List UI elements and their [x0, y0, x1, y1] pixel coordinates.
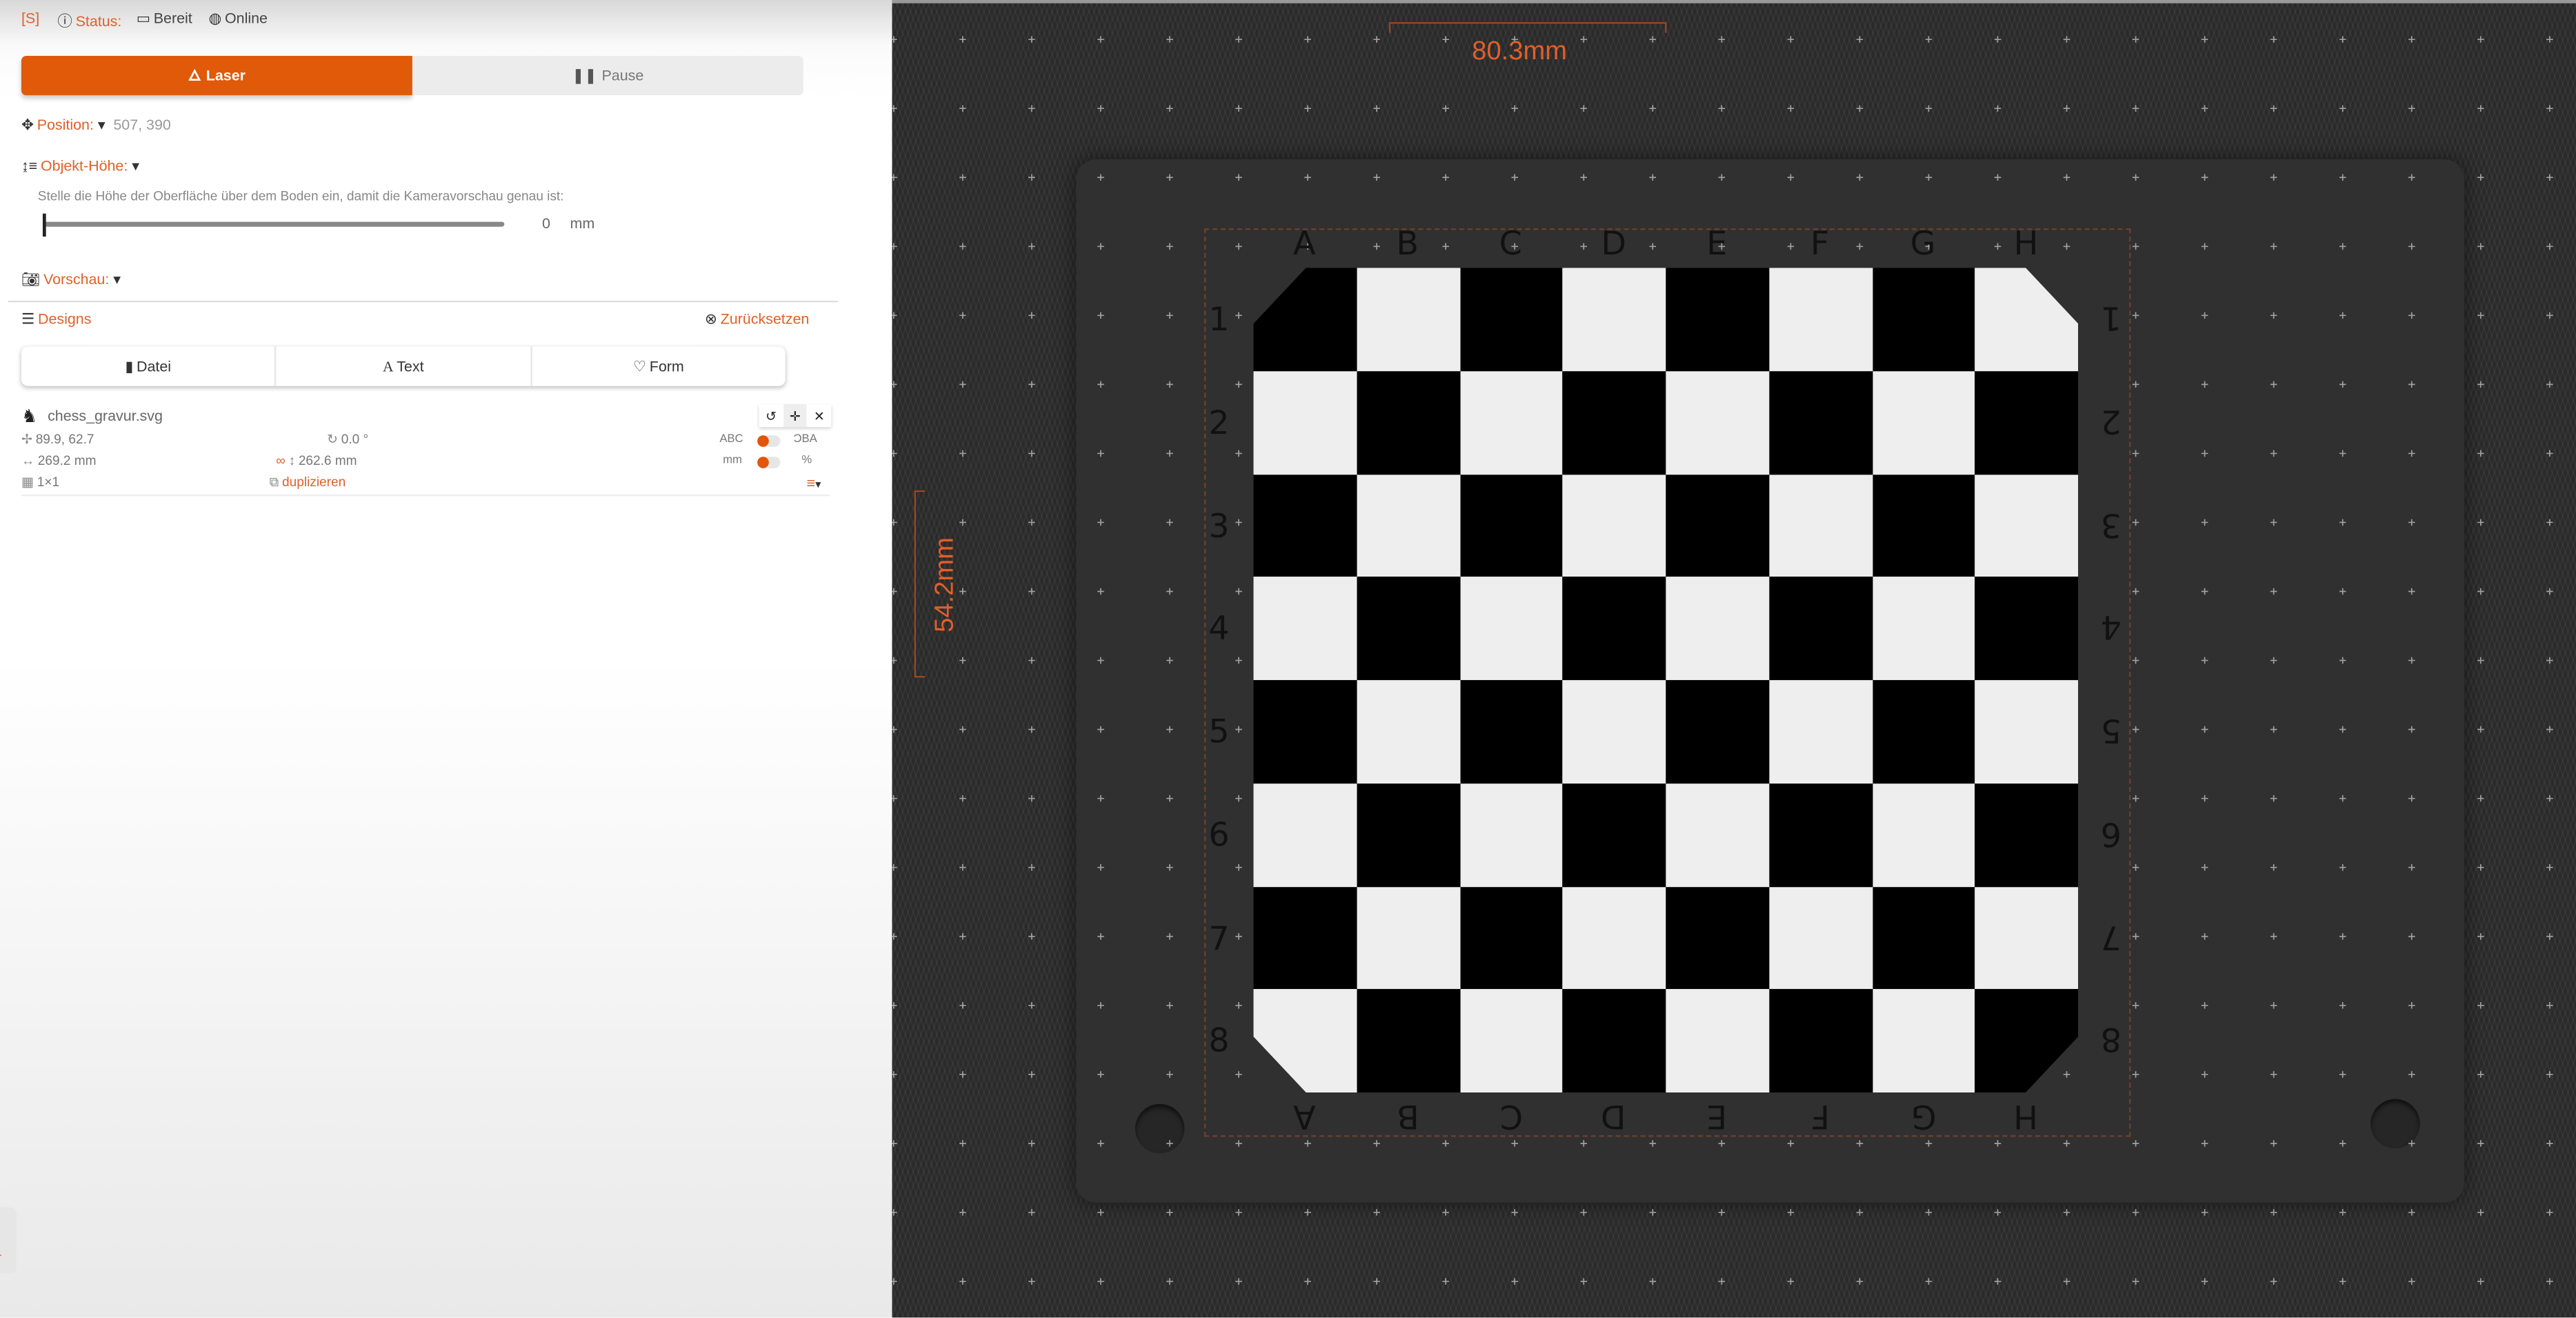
measure-v-bracket — [914, 490, 926, 678]
move-icon[interactable]: ✛ — [783, 403, 808, 428]
close-icon[interactable]: ✕ — [807, 404, 831, 427]
tab-text-label: Text — [397, 358, 424, 375]
object-height-label: Objekt-Höhe: — [40, 157, 128, 174]
arrows-v-icon: ↕ — [288, 453, 296, 468]
info-icon: ⓘ — [57, 13, 72, 30]
design-width[interactable]: 269.2 mm — [38, 453, 97, 468]
grid-icon: ▦ — [21, 475, 34, 490]
tab-file-label: Datei — [137, 358, 172, 375]
duplicate-label: duplizieren — [282, 475, 346, 490]
mirror-right-label: ƆBA — [793, 433, 817, 446]
status-group: ⓘ Status: — [57, 10, 121, 31]
designs-header: ☰ Designs — [21, 310, 91, 328]
divider — [21, 494, 830, 497]
unit-right-label: % — [801, 455, 812, 467]
connection-text: Online — [224, 10, 268, 27]
object-height-hint: Stelle die Höhe der Oberfläche über dem … — [37, 188, 564, 204]
object-height-unit: mm — [570, 215, 595, 232]
unit-left-label: mm — [723, 455, 742, 467]
slider-thumb[interactable] — [42, 213, 46, 237]
status-label: Status: — [75, 13, 122, 30]
status-state-text: Bereit — [153, 10, 192, 27]
connection-status: ◍ Online — [209, 10, 268, 28]
measure-v-label: 54.2mm — [931, 537, 959, 632]
preview-label: Vorschau: — [43, 271, 110, 288]
control-panel: [S] ⓘ Status: ▭ Bereit ◍ Online 🜂 Laser ❚❚ Pa… — [0, 0, 892, 1318]
globe-icon: ◍ — [208, 10, 222, 27]
support-label: support — [0, 1219, 2, 1257]
pause-button[interactable]: ❚❚ Pause — [412, 55, 803, 96]
design-item-actions: ↺ ✛ ✕ — [759, 403, 832, 428]
divider — [8, 300, 838, 303]
mirror-toggle[interactable] — [757, 435, 781, 447]
tab-text[interactable]: A Text — [277, 346, 532, 386]
laser-label: Laser — [206, 67, 246, 84]
position-value: 507, 390 — [113, 117, 171, 133]
pause-icon: ❚❚ — [572, 66, 597, 83]
link-icon[interactable]: ∞ — [276, 453, 286, 468]
mirror-left-label: ABC — [719, 433, 743, 446]
designs-label: Designs — [37, 310, 92, 328]
crosshairs-icon: ✥ — [21, 117, 34, 133]
position-label: Position: — [37, 117, 94, 133]
design-grid[interactable]: 1×1 — [37, 475, 59, 489]
camera-icon: 📷︎ — [21, 271, 41, 288]
caret-down-icon: ▾ — [93, 117, 106, 133]
object-height-dropdown[interactable]: ↨≡ Objekt-Höhe: ▾ — [21, 158, 139, 176]
sort-amount-icon: ↨≡ — [21, 157, 38, 174]
pause-label: Pause — [601, 67, 644, 84]
duplicate-button[interactable]: ⧉ duplizieren — [270, 475, 346, 491]
camera-preview[interactable]: AABBCCDDEEFFGGHH1122334455667788 80.3mm … — [892, 0, 2576, 1318]
rotate-icon: ↻ — [327, 432, 338, 447]
object-height-value: 0 — [542, 215, 551, 232]
design-filename[interactable]: chess_gravur.svg — [48, 408, 163, 424]
measure-h-label: 80.3mm — [1472, 37, 1567, 66]
rotate-reset-icon[interactable]: ↺ — [759, 404, 783, 427]
inbox-icon: ▭ — [136, 10, 150, 27]
measure-h-bracket — [1389, 22, 1667, 33]
tab-shape-label: Form — [649, 358, 684, 375]
support-tab[interactable]: support — [0, 1207, 17, 1274]
font-icon: A — [382, 358, 394, 375]
design-thumbnail-icon: ♞ — [21, 407, 38, 428]
design-position[interactable]: 89.9, 62.7 — [36, 432, 94, 446]
menu-dropdown-icon[interactable]: ≡▾ — [807, 475, 821, 491]
design-rotation[interactable]: 0.0 ° — [341, 432, 368, 446]
preview-dropdown[interactable]: 📷︎ Vorschau: ▾ — [21, 271, 121, 289]
arrows-h-icon: ↔ — [21, 453, 35, 468]
heart-icon: ♡ — [632, 357, 646, 374]
position-dropdown[interactable]: ✥ Position: ▾ — [21, 117, 106, 134]
reset-button[interactable]: ⊗ Zurücksetzen — [705, 310, 809, 328]
design-source-tabs: ▮ Datei A Text ♡ Form — [21, 346, 786, 386]
shortcut-indicator: [S] — [21, 10, 40, 27]
status-state: ▭ Bereit — [137, 10, 192, 28]
file-icon: ▮ — [125, 357, 134, 374]
unit-toggle[interactable] — [757, 457, 781, 468]
laser-button[interactable]: 🜂 Laser — [21, 55, 412, 96]
list-icon: ☰ — [21, 310, 35, 328]
times-circle-icon: ⊗ — [704, 310, 717, 328]
arrows-icon: ✢ — [21, 432, 32, 447]
tab-file[interactable]: ▮ Datei — [21, 346, 277, 386]
clone-icon: ⧉ — [269, 475, 279, 490]
measurement-lines — [914, 22, 1667, 678]
fire-icon: 🜂 — [188, 67, 201, 84]
design-height[interactable]: 262.6 mm — [299, 453, 357, 468]
caret-down-icon: ▾ — [128, 157, 140, 174]
object-height-slider[interactable] — [44, 221, 505, 227]
reset-label: Zurücksetzen — [720, 310, 810, 328]
tab-shape[interactable]: ♡ Form — [532, 347, 786, 386]
caret-down-icon: ▾ — [109, 271, 121, 288]
